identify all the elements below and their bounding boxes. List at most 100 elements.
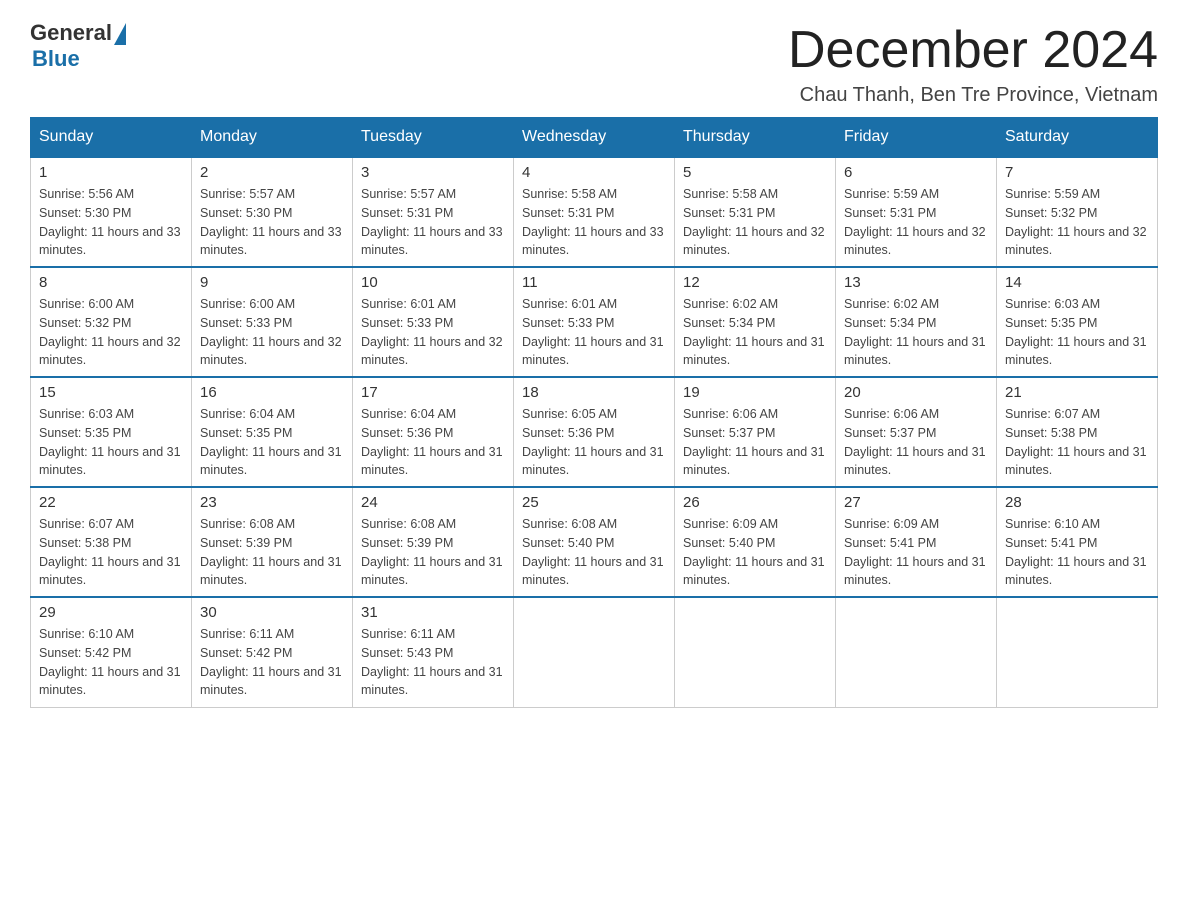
calendar-day-cell: 28 Sunrise: 6:10 AMSunset: 5:41 PMDayligh… [997, 487, 1158, 597]
calendar-day-cell: 30 Sunrise: 6:11 AMSunset: 5:42 PMDayligh… [192, 597, 353, 707]
calendar-day-cell [836, 597, 997, 707]
logo[interactable]: General Blue [30, 20, 126, 72]
day-info: Sunrise: 6:06 AMSunset: 5:37 PMDaylight:… [683, 405, 827, 480]
day-number: 2 [200, 164, 344, 181]
day-info: Sunrise: 5:58 AMSunset: 5:31 PMDaylight:… [522, 185, 666, 260]
day-info: Sunrise: 6:05 AMSunset: 5:36 PMDaylight:… [522, 405, 666, 480]
day-number: 17 [361, 384, 505, 401]
calendar-week-row: 8Sunrise: 6:00 AMSunset: 5:32 PMDaylight… [31, 267, 1158, 377]
calendar-day-header: Monday [192, 118, 353, 158]
logo-general-text: General [30, 20, 112, 46]
calendar-day-cell: 22 Sunrise: 6:07 AMSunset: 5:38 PMDayligh… [31, 487, 192, 597]
day-info: Sunrise: 5:56 AMSunset: 5:30 PMDaylight:… [39, 185, 183, 260]
day-number: 26 [683, 494, 827, 511]
calendar-day-header: Saturday [997, 118, 1158, 158]
calendar-subtitle: Chau Thanh, Ben Tre Province, Vietnam [788, 84, 1158, 107]
day-info: Sunrise: 6:11 AMSunset: 5:43 PMDaylight:… [361, 625, 505, 700]
day-number: 5 [683, 164, 827, 181]
day-number: 7 [1005, 164, 1149, 181]
day-info: Sunrise: 6:06 AMSunset: 5:37 PMDaylight:… [844, 405, 988, 480]
day-info: Sunrise: 6:00 AMSunset: 5:33 PMDaylight:… [200, 295, 344, 370]
day-number: 12 [683, 274, 827, 291]
calendar-day-cell: 12 Sunrise: 6:02 AMSunset: 5:34 PMDayligh… [675, 267, 836, 377]
calendar-day-cell [997, 597, 1158, 707]
day-info: Sunrise: 5:58 AMSunset: 5:31 PMDaylight:… [683, 185, 827, 260]
page-header: General Blue December 2024 Chau Thanh, B… [30, 20, 1158, 107]
day-number: 10 [361, 274, 505, 291]
day-number: 27 [844, 494, 988, 511]
day-number: 31 [361, 604, 505, 621]
day-number: 6 [844, 164, 988, 181]
day-info: Sunrise: 5:59 AMSunset: 5:32 PMDaylight:… [1005, 185, 1149, 260]
calendar-day-cell: 31 Sunrise: 6:11 AMSunset: 5:43 PMDayligh… [353, 597, 514, 707]
day-info: Sunrise: 6:03 AMSunset: 5:35 PMDaylight:… [39, 405, 183, 480]
day-info: Sunrise: 6:07 AMSunset: 5:38 PMDaylight:… [39, 515, 183, 590]
day-number: 30 [200, 604, 344, 621]
calendar-title: December 2024 [788, 20, 1158, 80]
calendar-header-row: SundayMondayTuesdayWednesdayThursdayFrid… [31, 118, 1158, 158]
day-info: Sunrise: 6:10 AMSunset: 5:41 PMDaylight:… [1005, 515, 1149, 590]
calendar-day-cell: 18Sunrise: 6:05 AMSunset: 5:36 PMDayligh… [514, 377, 675, 487]
day-info: Sunrise: 6:08 AMSunset: 5:39 PMDaylight:… [200, 515, 344, 590]
logo-triangle-icon [114, 23, 126, 45]
calendar-day-cell: 8Sunrise: 6:00 AMSunset: 5:32 PMDaylight… [31, 267, 192, 377]
day-number: 22 [39, 494, 183, 511]
day-info: Sunrise: 5:59 AMSunset: 5:31 PMDaylight:… [844, 185, 988, 260]
calendar-day-cell: 17 Sunrise: 6:04 AMSunset: 5:36 PMDayligh… [353, 377, 514, 487]
calendar-day-cell: 11 Sunrise: 6:01 AMSunset: 5:33 PMDayligh… [514, 267, 675, 377]
day-info: Sunrise: 6:04 AMSunset: 5:35 PMDaylight:… [200, 405, 344, 480]
calendar-day-header: Thursday [675, 118, 836, 158]
calendar-day-cell: 5 Sunrise: 5:58 AMSunset: 5:31 PMDaylight… [675, 157, 836, 267]
calendar-day-cell: 3Sunrise: 5:57 AMSunset: 5:31 PMDaylight… [353, 157, 514, 267]
day-info: Sunrise: 6:10 AMSunset: 5:42 PMDaylight:… [39, 625, 183, 700]
calendar-day-cell: 13Sunrise: 6:02 AMSunset: 5:34 PMDayligh… [836, 267, 997, 377]
calendar-day-cell: 27Sunrise: 6:09 AMSunset: 5:41 PMDayligh… [836, 487, 997, 597]
calendar-day-cell: 7 Sunrise: 5:59 AMSunset: 5:32 PMDaylight… [997, 157, 1158, 267]
calendar-day-cell: 9 Sunrise: 6:00 AMSunset: 5:33 PMDaylight… [192, 267, 353, 377]
day-info: Sunrise: 6:02 AMSunset: 5:34 PMDaylight:… [844, 295, 988, 370]
day-number: 23 [200, 494, 344, 511]
day-info: Sunrise: 6:11 AMSunset: 5:42 PMDaylight:… [200, 625, 344, 700]
day-number: 25 [522, 494, 666, 511]
title-section: December 2024 Chau Thanh, Ben Tre Provin… [788, 20, 1158, 107]
day-info: Sunrise: 6:01 AMSunset: 5:33 PMDaylight:… [361, 295, 505, 370]
calendar-week-row: 29 Sunrise: 6:10 AMSunset: 5:42 PMDayligh… [31, 597, 1158, 707]
day-number: 24 [361, 494, 505, 511]
calendar-day-cell [675, 597, 836, 707]
calendar-day-cell: 2 Sunrise: 5:57 AMSunset: 5:30 PMDaylight… [192, 157, 353, 267]
day-number: 21 [1005, 384, 1149, 401]
day-info: Sunrise: 5:57 AMSunset: 5:30 PMDaylight:… [200, 185, 344, 260]
calendar-day-cell: 14Sunrise: 6:03 AMSunset: 5:35 PMDayligh… [997, 267, 1158, 377]
calendar-day-header: Tuesday [353, 118, 514, 158]
day-number: 9 [200, 274, 344, 291]
calendar-day-cell: 25 Sunrise: 6:08 AMSunset: 5:40 PMDayligh… [514, 487, 675, 597]
calendar-day-cell: 4Sunrise: 5:58 AMSunset: 5:31 PMDaylight… [514, 157, 675, 267]
calendar-day-cell: 19Sunrise: 6:06 AMSunset: 5:37 PMDayligh… [675, 377, 836, 487]
day-number: 20 [844, 384, 988, 401]
day-number: 3 [361, 164, 505, 181]
day-info: Sunrise: 6:01 AMSunset: 5:33 PMDaylight:… [522, 295, 666, 370]
day-info: Sunrise: 6:08 AMSunset: 5:39 PMDaylight:… [361, 515, 505, 590]
calendar-day-header: Sunday [31, 118, 192, 158]
calendar-day-cell [514, 597, 675, 707]
calendar-day-cell: 6 Sunrise: 5:59 AMSunset: 5:31 PMDaylight… [836, 157, 997, 267]
calendar-day-cell: 23 Sunrise: 6:08 AMSunset: 5:39 PMDayligh… [192, 487, 353, 597]
calendar-day-cell: 21 Sunrise: 6:07 AMSunset: 5:38 PMDayligh… [997, 377, 1158, 487]
calendar-week-row: 1 Sunrise: 5:56 AMSunset: 5:30 PMDaylight… [31, 157, 1158, 267]
calendar-day-cell: 1 Sunrise: 5:56 AMSunset: 5:30 PMDaylight… [31, 157, 192, 267]
day-info: Sunrise: 6:02 AMSunset: 5:34 PMDaylight:… [683, 295, 827, 370]
day-number: 1 [39, 164, 183, 181]
day-info: Sunrise: 6:04 AMSunset: 5:36 PMDaylight:… [361, 405, 505, 480]
day-number: 11 [522, 274, 666, 291]
day-number: 29 [39, 604, 183, 621]
calendar-day-cell: 29 Sunrise: 6:10 AMSunset: 5:42 PMDayligh… [31, 597, 192, 707]
day-info: Sunrise: 6:07 AMSunset: 5:38 PMDaylight:… [1005, 405, 1149, 480]
day-info: Sunrise: 6:08 AMSunset: 5:40 PMDaylight:… [522, 515, 666, 590]
calendar-day-cell: 20 Sunrise: 6:06 AMSunset: 5:37 PMDayligh… [836, 377, 997, 487]
day-number: 28 [1005, 494, 1149, 511]
calendar-table: SundayMondayTuesdayWednesdayThursdayFrid… [30, 117, 1158, 708]
calendar-week-row: 15Sunrise: 6:03 AMSunset: 5:35 PMDayligh… [31, 377, 1158, 487]
day-info: Sunrise: 6:03 AMSunset: 5:35 PMDaylight:… [1005, 295, 1149, 370]
day-info: Sunrise: 6:00 AMSunset: 5:32 PMDaylight:… [39, 295, 183, 370]
calendar-week-row: 22 Sunrise: 6:07 AMSunset: 5:38 PMDayligh… [31, 487, 1158, 597]
